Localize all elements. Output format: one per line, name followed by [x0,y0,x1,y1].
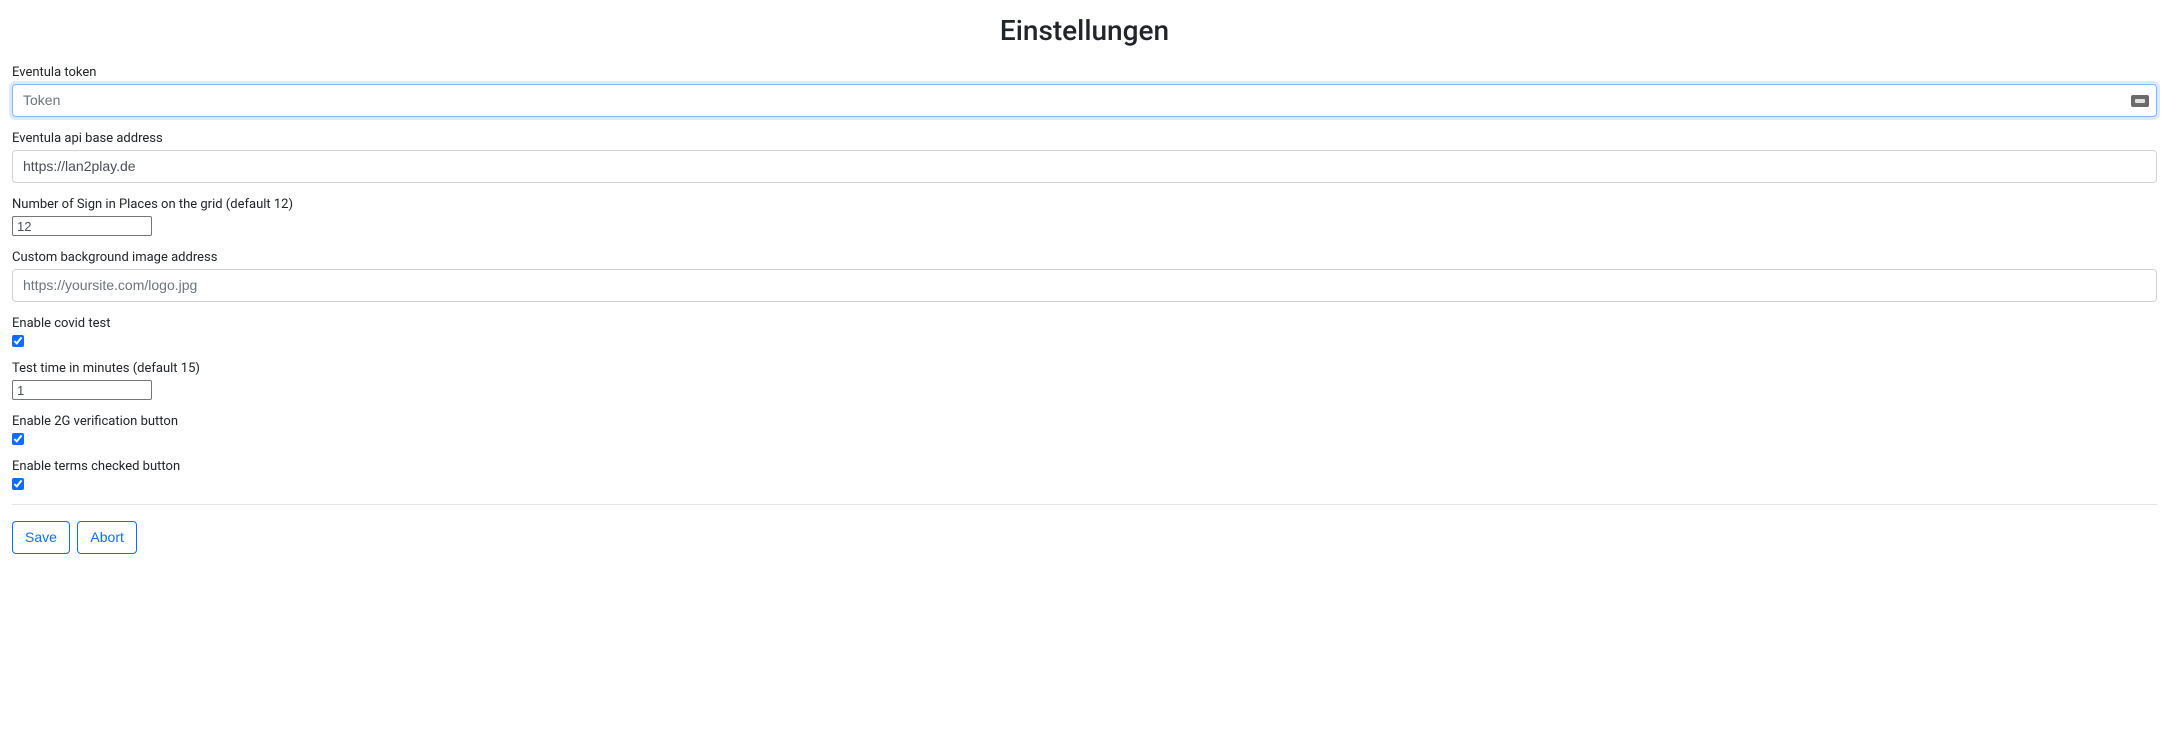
field-eventula-token: Eventula token [12,65,2157,117]
enable-2g-checkbox[interactable] [12,433,24,445]
field-enable-2g: Enable 2G verification button [12,414,2157,445]
bg-image-label: Custom background image address [12,250,2157,265]
field-covid-test: Enable covid test [12,316,2157,347]
field-signin-places: Number of Sign in Places on the grid (de… [12,197,2157,236]
enable-terms-checkbox[interactable] [12,478,24,490]
covid-test-label: Enable covid test [12,316,2157,331]
save-button[interactable]: Save [12,521,70,554]
covid-test-checkbox[interactable] [12,335,24,347]
autofill-indicator-icon [2131,95,2149,107]
abort-button[interactable]: Abort [77,521,136,554]
eventula-token-label: Eventula token [12,65,2157,80]
bg-image-input[interactable] [12,269,2157,302]
signin-places-label: Number of Sign in Places on the grid (de… [12,197,2157,212]
divider [12,504,2157,505]
eventula-token-input[interactable] [12,84,2157,117]
field-bg-image: Custom background image address [12,250,2157,302]
field-api-base: Eventula api base address [12,131,2157,183]
api-base-input[interactable] [12,150,2157,183]
page-title: Einstellungen [12,14,2157,47]
enable-terms-label: Enable terms checked button [12,459,2157,474]
api-base-label: Eventula api base address [12,131,2157,146]
field-test-time: Test time in minutes (default 15) [12,361,2157,400]
enable-2g-label: Enable 2G verification button [12,414,2157,429]
test-time-input[interactable] [12,380,152,400]
signin-places-input[interactable] [12,216,152,236]
test-time-label: Test time in minutes (default 15) [12,361,2157,376]
field-enable-terms: Enable terms checked button [12,459,2157,490]
